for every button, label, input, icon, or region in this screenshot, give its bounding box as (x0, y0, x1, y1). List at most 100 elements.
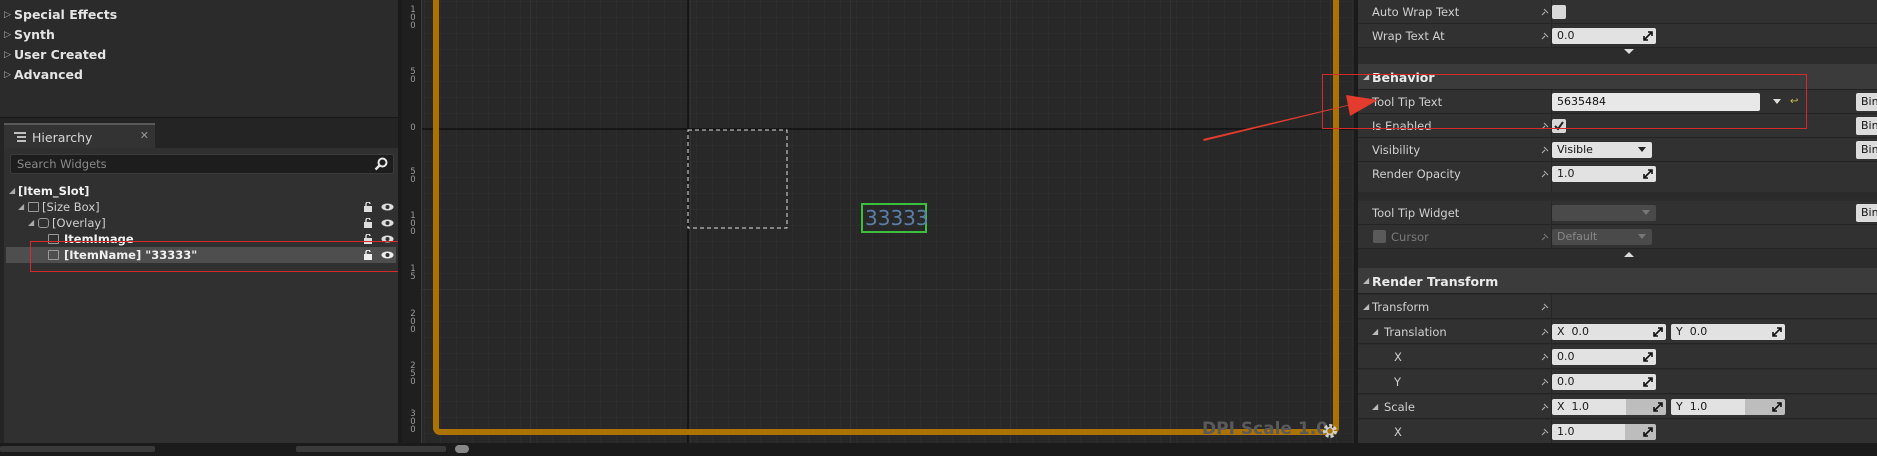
palette-category-user-created[interactable]: ▷ User Created (0, 45, 398, 65)
palette-category-synth[interactable]: ▷ Synth (0, 25, 398, 45)
left-panel: ▷ Special Effects ▷ Synth ▷ User Created ▷ A… (0, 0, 402, 443)
scrollbar-thumb[interactable] (0, 446, 155, 452)
pin-icon[interactable] (1541, 328, 1549, 336)
property-translation-y: Y 0.0 (1358, 370, 1877, 394)
pin-icon[interactable] (1541, 378, 1549, 386)
ruler-label: 100 (410, 5, 416, 31)
annotation-highlight-box (30, 241, 424, 272)
pin-icon[interactable] (1541, 170, 1549, 178)
pin-icon[interactable] (1541, 146, 1549, 154)
ruler-label: 300 (410, 409, 416, 435)
vertical-ruler: 100 50 0 50 100 15 200 250 300 (402, 0, 422, 443)
property-translation: ◢ Translation X 0.0 Y 0.0 (1358, 320, 1877, 344)
scroll-handle[interactable] (455, 445, 469, 453)
visibility-select[interactable]: Visible (1552, 142, 1652, 158)
visibility-eye-icon[interactable] (381, 203, 394, 211)
axis-label: X (1557, 325, 1565, 338)
drag-arrows-icon (1772, 327, 1782, 337)
bind-label: Bin (1861, 143, 1877, 156)
bind-button[interactable]: Bin (1856, 204, 1877, 222)
property-auto-wrap-text: Auto Wrap Text (1358, 0, 1877, 24)
category-render-transform[interactable]: ◢ Render Transform (1358, 268, 1877, 294)
scrollbar-thumb[interactable] (296, 446, 446, 452)
property-wrap-text-at: Wrap Text At 0.0 (1358, 24, 1877, 48)
text-block-widget[interactable]: 33333 (861, 203, 929, 233)
gear-icon[interactable] (1321, 422, 1339, 440)
field-value: 1.0 (1571, 400, 1590, 413)
collapse-up-icon (1624, 252, 1634, 257)
chevron-down-icon (1638, 234, 1646, 239)
search-input[interactable] (17, 157, 357, 171)
bind-button[interactable]: Bin (1856, 141, 1877, 159)
tab-hierarchy[interactable]: Hierarchy ✕ (4, 123, 155, 148)
render-opacity-field[interactable]: 1.0 (1552, 166, 1656, 182)
close-tab-icon[interactable]: ✕ (140, 129, 149, 142)
pin-icon[interactable] (1541, 303, 1549, 311)
bind-button[interactable]: Bin (1856, 117, 1877, 135)
designer-canvas[interactable]: 100 50 0 50 100 15 200 250 300 33333 DPI Scale 1… (402, 0, 1354, 443)
text-block-value: 33333 (865, 206, 929, 230)
collapse-arrow-icon[interactable]: ◢ (1372, 327, 1378, 336)
drag-arrows-icon (1772, 402, 1782, 412)
pin-icon[interactable] (1541, 8, 1549, 16)
expand-arrow-icon: ▷ (4, 10, 11, 20)
translation-x-value-field[interactable]: 0.0 (1552, 349, 1656, 365)
tree-item-size-box[interactable]: ◢ [Size Box] (6, 199, 396, 215)
property-cursor: Cursor Default (1358, 225, 1877, 249)
pin-icon[interactable] (1541, 32, 1549, 40)
field-value: 1.0 (1689, 400, 1708, 413)
annotation-highlight-box (1322, 74, 1807, 129)
field-value: 0.0 (1571, 325, 1590, 338)
palette-category-advanced[interactable]: ▷ Advanced (0, 65, 398, 85)
ruler-label: 250 (410, 361, 416, 387)
palette-category-special-effects[interactable]: ▷ Special Effects (0, 5, 398, 25)
bind-label: Bin (1861, 206, 1877, 219)
property-label: Render Opacity (1372, 167, 1461, 181)
field-value: 1.0 (1557, 167, 1575, 180)
cursor-select[interactable]: Default (1552, 229, 1652, 245)
collapse-arrow-icon[interactable]: ◢ (1363, 302, 1369, 311)
property-label: X (1394, 425, 1402, 439)
auto-wrap-checkbox[interactable] (1552, 5, 1566, 19)
tree-item-label: [Overlay] (52, 216, 106, 230)
advanced-expander[interactable] (1358, 250, 1877, 260)
pin-icon[interactable] (1541, 353, 1549, 361)
property-transform: ◢ Transform (1358, 295, 1877, 319)
tree-item-item-slot[interactable]: ◢ [Item_Slot] (6, 183, 396, 199)
cursor-override-checkbox[interactable] (1373, 230, 1386, 243)
collapse-arrow-icon[interactable]: ◢ (28, 215, 34, 231)
property-label: Auto Wrap Text (1372, 5, 1460, 19)
scale-y-field[interactable]: Y 1.0 (1671, 399, 1785, 415)
scale-x-value-field[interactable]: 1.0 (1552, 424, 1656, 440)
tool-tip-widget-select[interactable] (1552, 205, 1656, 221)
unlock-icon[interactable] (364, 218, 372, 228)
bind-button[interactable]: Bin (1856, 93, 1877, 111)
search-icon[interactable] (373, 156, 389, 172)
collapse-arrow-icon[interactable]: ◢ (1372, 402, 1378, 411)
drag-arrows-icon (1643, 31, 1653, 41)
field-value: 0.0 (1557, 350, 1575, 363)
translation-y-value-field[interactable]: 0.0 (1552, 374, 1656, 390)
collapse-arrow-icon[interactable]: ◢ (9, 183, 15, 199)
property-label: Transform (1372, 300, 1430, 314)
unlock-icon[interactable] (364, 202, 372, 212)
collapse-arrow-icon[interactable]: ◢ (18, 199, 24, 215)
scale-x-field[interactable]: X 1.0 (1552, 399, 1666, 415)
selected-value: Visible (1557, 143, 1593, 156)
pin-icon[interactable] (1541, 403, 1549, 411)
advanced-expander[interactable] (1358, 48, 1877, 58)
chevron-down-icon (1642, 210, 1650, 215)
tree-item-overlay[interactable]: ◢ [Overlay] (6, 215, 396, 231)
translation-x-field[interactable]: X 0.0 (1552, 324, 1666, 340)
drag-arrows-icon (1653, 402, 1663, 412)
expand-down-icon (1624, 49, 1634, 54)
pin-icon[interactable] (1541, 233, 1549, 241)
visibility-eye-icon[interactable] (381, 219, 394, 227)
hierarchy-icon (14, 132, 26, 142)
wrap-text-at-field[interactable]: 0.0 (1552, 28, 1656, 44)
pin-icon[interactable] (1541, 428, 1549, 436)
field-value: 0.0 (1557, 375, 1575, 388)
drag-arrows-icon (1643, 169, 1653, 179)
hierarchy-panel: ◢ [Item_Slot] ◢ [Size Box] ◢ [Overlay] I… (4, 148, 398, 443)
translation-y-field[interactable]: Y 0.0 (1671, 324, 1785, 340)
